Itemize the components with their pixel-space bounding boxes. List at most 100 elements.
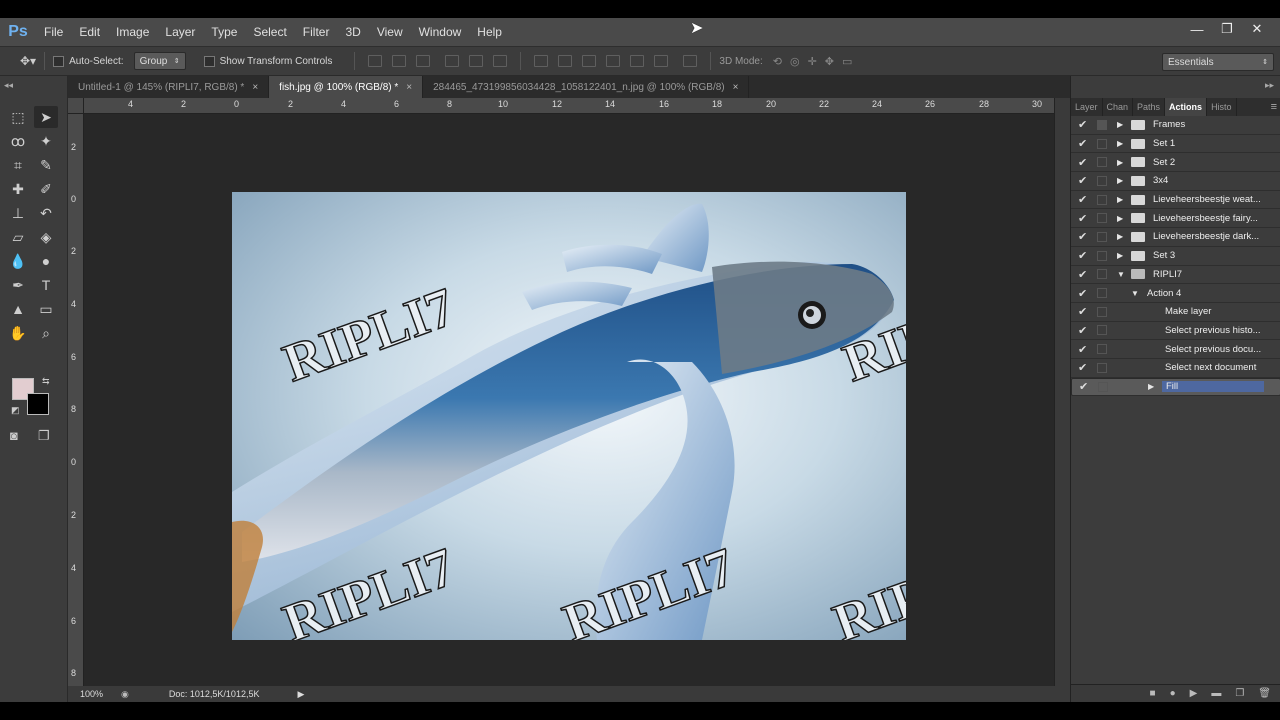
distribute-top-icon[interactable] [534,55,549,67]
dialog-toggle[interactable] [1097,157,1107,168]
zoom-level[interactable]: 100% [80,689,103,699]
align-top-icon[interactable] [368,55,383,67]
3d-scale-icon[interactable]: ▭ [842,55,852,68]
check-icon[interactable]: ✔ [1078,268,1087,281]
panel-menu-icon[interactable]: ≡ [1271,98,1280,116]
clone-stamp-tool-icon[interactable]: ⊥ [6,202,30,224]
check-icon[interactable]: ✔ [1078,361,1087,374]
list-item-selected[interactable]: ✔ ▶ Fill [1071,377,1280,397]
collapse-toolbox-icon[interactable]: ◂◂ [4,80,13,91]
list-item[interactable]: ✔ Select previous histo... [1071,322,1280,341]
background-color-swatch[interactable] [27,393,49,415]
check-icon[interactable]: ✔ [1079,380,1088,393]
type-tool-icon[interactable]: T [34,274,58,296]
restore-button[interactable]: ❐ [1212,18,1242,40]
dialog-toggle[interactable] [1098,381,1108,392]
3d-roll-icon[interactable]: ◎ [790,55,800,68]
dialog-toggle[interactable] [1097,362,1107,373]
check-icon[interactable]: ✔ [1078,230,1087,243]
ruler-corner[interactable] [68,98,84,114]
menu-3d[interactable]: 3D [337,18,368,46]
distribute-vcenter-icon[interactable] [558,55,573,67]
tab-paths[interactable]: Paths [1133,98,1166,116]
tab-284465[interactable]: 284465_473199856034428_1058122401_n.jpg … [423,76,750,98]
dialog-toggle[interactable] [1097,250,1107,261]
delete-icon[interactable]: 🗑 [1258,688,1271,699]
expand-arrow-icon[interactable]: ▶ [1117,251,1123,260]
status-info-icon[interactable]: ◉ [121,689,129,700]
tab-layers[interactable]: Layer [1071,98,1103,116]
dialog-toggle[interactable] [1097,213,1107,224]
dialog-toggle[interactable] [1097,344,1107,355]
close-tab-icon[interactable]: × [733,82,739,93]
dialog-toggle[interactable] [1097,231,1107,242]
check-icon[interactable]: ✔ [1078,305,1087,318]
magic-wand-tool-icon[interactable]: ✦ [34,130,58,152]
dialog-toggle[interactable] [1097,138,1107,149]
play-icon[interactable]: ▶ [1190,688,1198,699]
show-transform-checkbox[interactable] [203,55,215,67]
align-bottom-icon[interactable] [416,55,431,67]
list-item[interactable]: ✔ ▶ Lieveheersbeestje weat... [1071,191,1280,210]
align-vcenter-icon[interactable] [392,55,407,67]
close-tab-icon[interactable]: × [406,82,412,93]
3d-slide-icon[interactable]: ✥ [825,55,834,68]
list-item[interactable]: ✔ ▶ Set 1 [1071,135,1280,154]
workspace-dropdown[interactable]: Essentials ⇕ [1162,53,1274,71]
stop-icon[interactable]: ■ [1150,688,1156,699]
list-item[interactable]: ✔ ▶ Lieveheersbeestje fairy... [1071,209,1280,229]
quick-mask-icon[interactable]: ◙ [10,428,18,443]
vertical-ruler[interactable]: 2 0 2 4 6 8 0 2 4 6 8 [68,114,84,686]
list-item[interactable]: ✔ ▶ Frames [1071,116,1280,135]
check-icon[interactable]: ✔ [1078,324,1087,337]
menu-select[interactable]: Select [245,18,294,46]
list-item[interactable]: ✔ ▶ Set 3 [1071,247,1280,266]
distribute-left-icon[interactable] [606,55,621,67]
fish-image[interactable]: RIPLI7 RIPLI7 RIPLI7 RIPLI7 RIPLI7 [232,192,906,640]
path-selection-tool-icon[interactable]: ▲ [6,298,30,320]
dialog-toggle[interactable] [1097,269,1107,280]
expand-arrow-icon[interactable]: ▶ [1117,176,1123,185]
auto-select-checkbox[interactable] [53,55,65,67]
brush-tool-icon[interactable]: ✐ [34,178,58,200]
dialog-toggle[interactable] [1097,194,1107,205]
menu-help[interactable]: Help [469,18,510,46]
move-tool-preset-icon[interactable]: ✥▾ [20,54,36,68]
check-icon[interactable]: ✔ [1078,156,1087,169]
zoom-tool-icon[interactable]: ⌕ [34,322,58,344]
menu-type[interactable]: Type [203,18,245,46]
tab-history[interactable]: Histo [1207,98,1237,116]
tab-fish[interactable]: fish.jpg @ 100% (RGB/8) * × [269,76,424,98]
dodge-tool-icon[interactable]: ● [34,250,58,272]
distribute-right-icon[interactable] [654,55,669,67]
check-icon[interactable]: ✔ [1078,212,1087,225]
crop-tool-icon[interactable]: ⌗ [6,154,30,176]
new-set-icon[interactable]: ▬ [1211,688,1221,699]
blur-tool-icon[interactable]: 💧 [6,250,30,272]
check-icon[interactable]: ✔ [1078,137,1087,150]
menu-layer[interactable]: Layer [157,18,203,46]
dialog-toggle[interactable] [1097,119,1107,130]
collapse-arrow-icon[interactable]: ▼ [1131,289,1139,298]
rectangle-tool-icon[interactable]: ▭ [34,298,58,320]
screen-mode-icon[interactable]: ❐ [38,428,50,444]
3d-drag-icon[interactable]: ✛ [808,55,817,68]
check-icon[interactable]: ✔ [1078,118,1087,131]
list-item[interactable]: ✔ ▼ Action 4 [1071,284,1280,303]
align-hcenter-icon[interactable] [469,55,484,67]
eyedropper-tool-icon[interactable]: ✎ [34,154,58,176]
check-icon[interactable]: ✔ [1078,287,1087,300]
default-colors-icon[interactable]: ◩ [11,405,20,416]
dialog-toggle[interactable] [1097,306,1107,317]
list-item[interactable]: ✔ ▶ Set 2 [1071,153,1280,173]
menu-window[interactable]: Window [411,18,470,46]
menu-file[interactable]: File [36,18,71,46]
collapse-arrow-icon[interactable]: ▼ [1117,270,1125,279]
new-action-icon[interactable]: ❐ [1235,688,1244,699]
list-item[interactable]: ✔ ▶ 3x4 [1071,172,1280,191]
expand-arrow-icon[interactable]: ▶ [1117,158,1123,167]
expand-arrow-icon[interactable]: ▶ [1117,195,1123,204]
align-right-icon[interactable] [493,55,508,67]
check-icon[interactable]: ✔ [1078,193,1087,206]
tab-channels[interactable]: Chan [1103,98,1134,116]
